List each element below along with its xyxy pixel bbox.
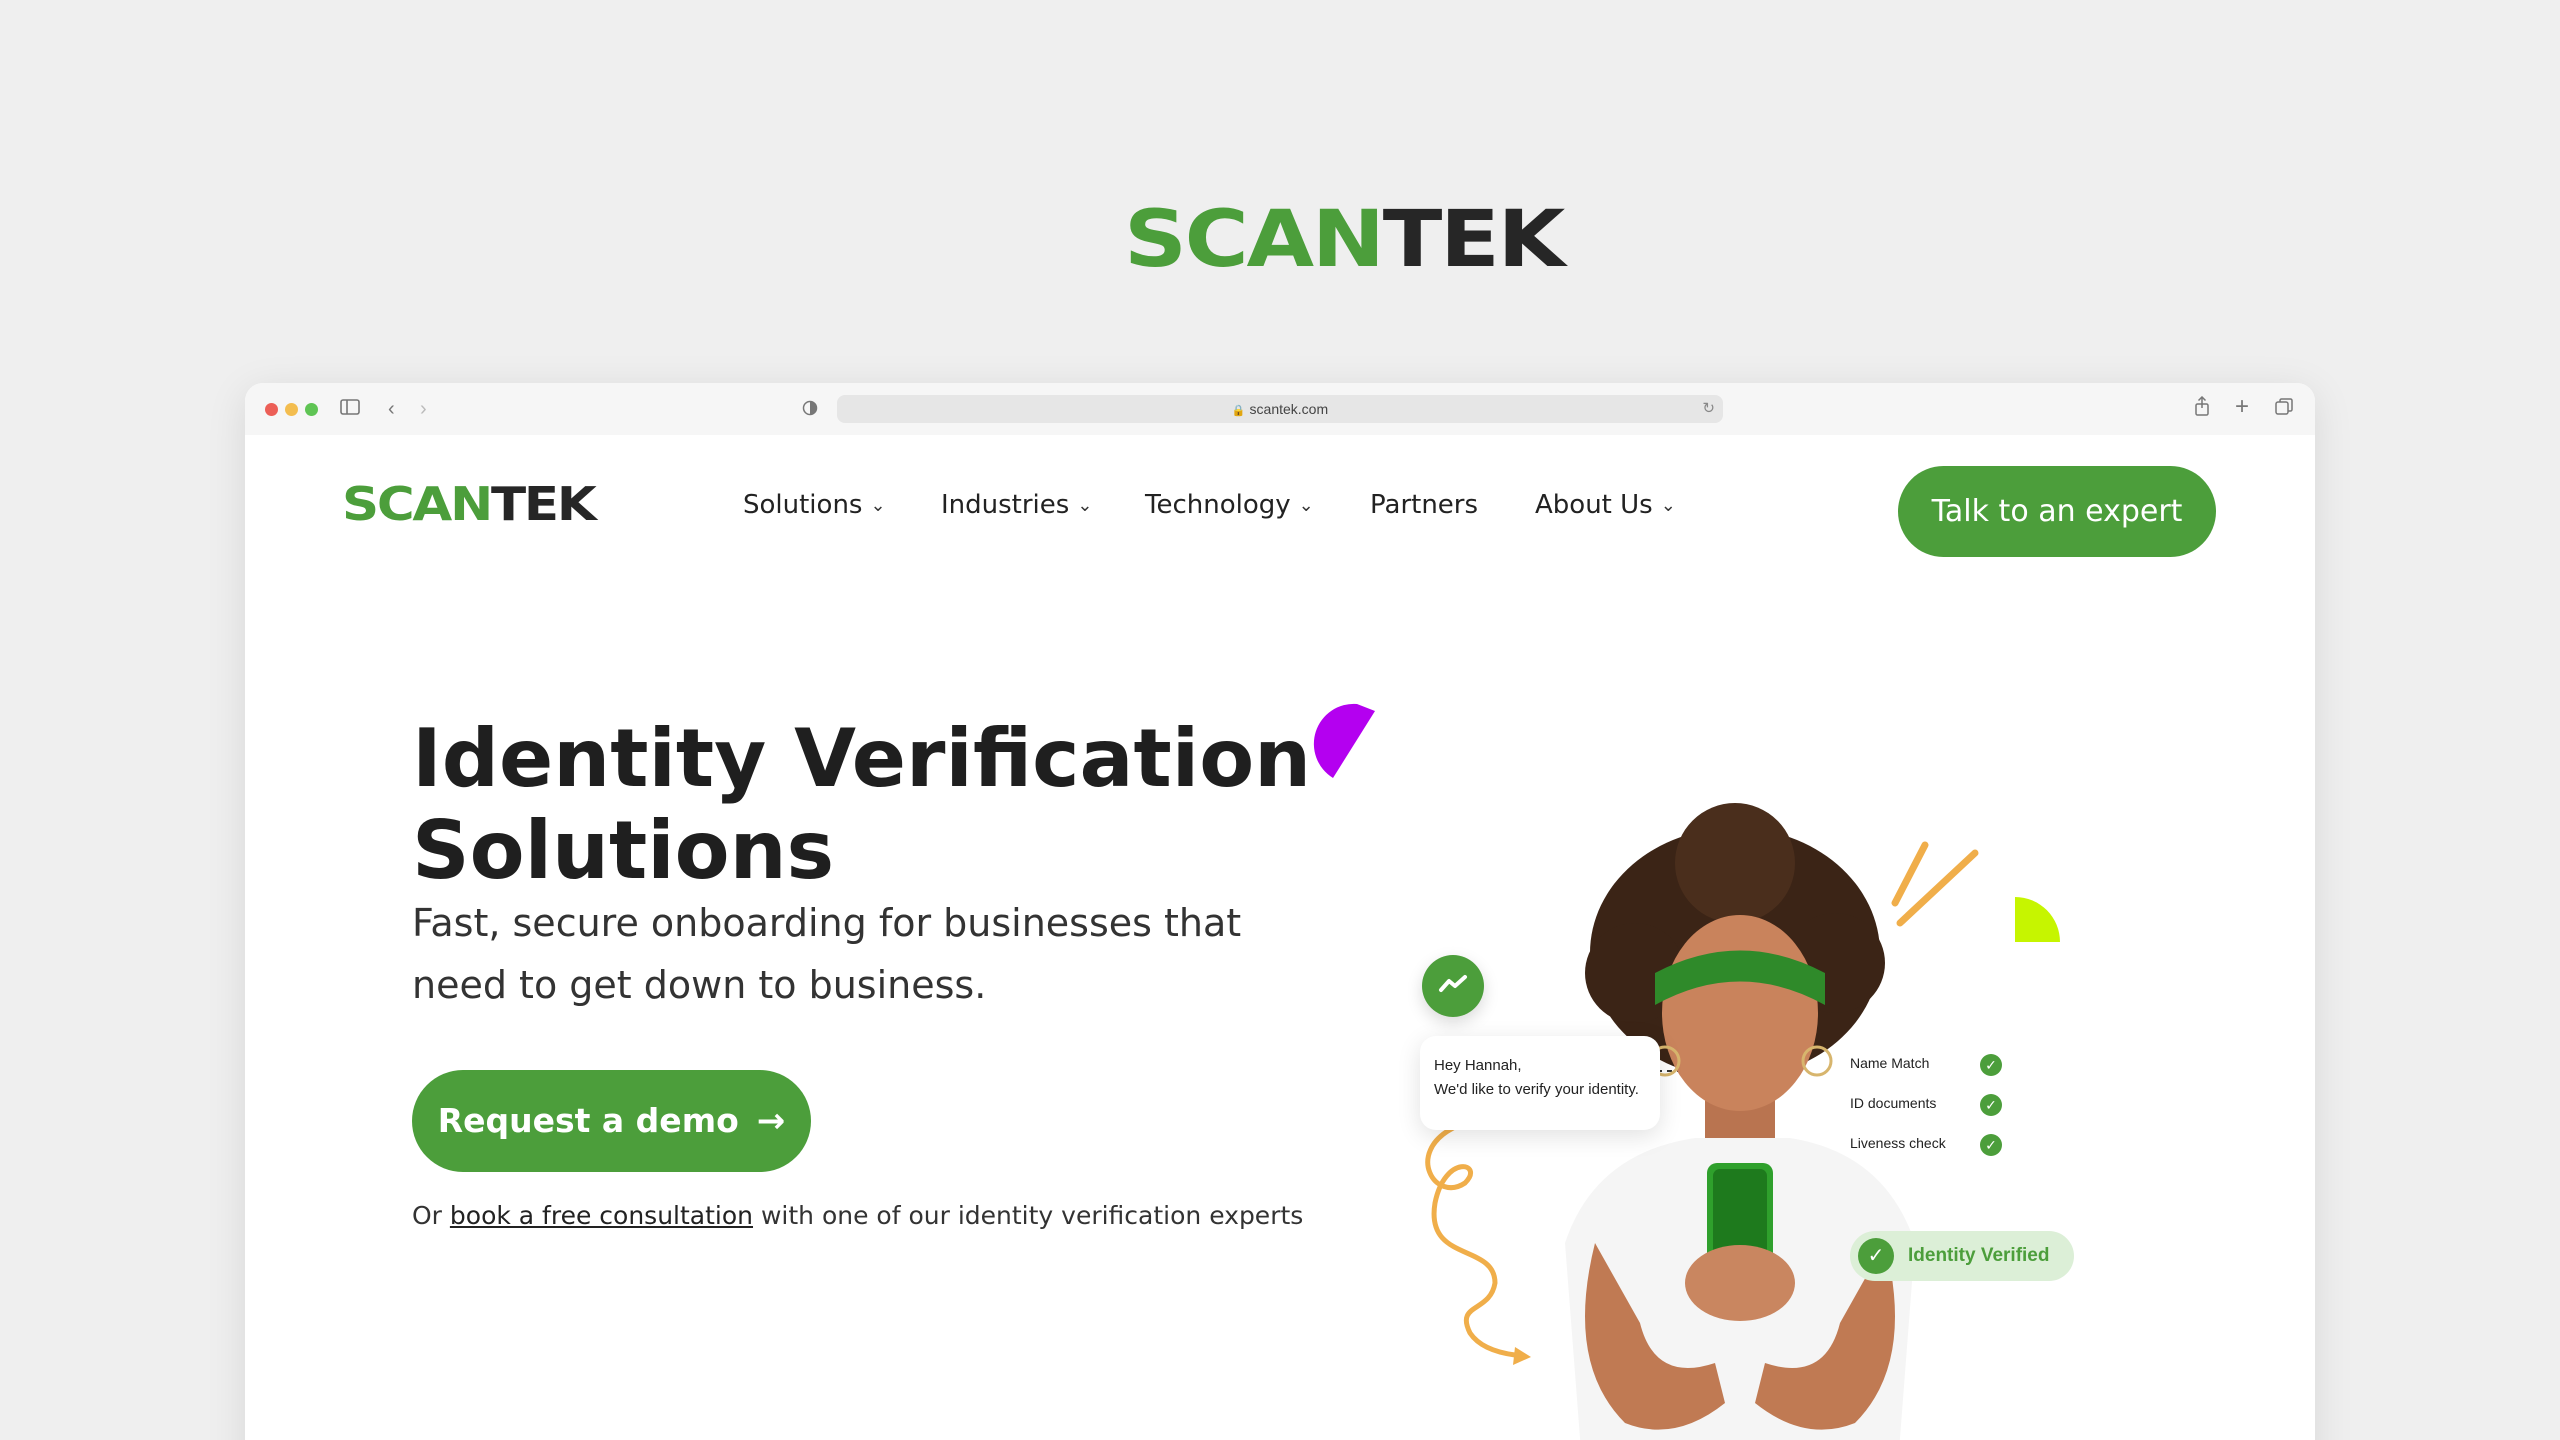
chevron-down-icon: ⌄ xyxy=(870,495,886,516)
identity-verified-badge: ✓ Identity Verified xyxy=(1850,1231,2074,1281)
talk-to-expert-button[interactable]: Talk to an expert xyxy=(1898,466,2216,557)
hero-subtitle: Fast, secure onboarding for businesses t… xyxy=(412,901,1242,1007)
browser-window: ‹ › 🔒 scantek.com ↻ + SCANTEK Solutions ⌄ … xyxy=(245,383,2315,1440)
request-demo-button[interactable]: Request a demo → xyxy=(412,1070,811,1172)
check-name-match: Name Match xyxy=(1850,1055,1930,1071)
new-tab-icon[interactable]: + xyxy=(2235,395,2249,419)
checkmark-icon: ✓ xyxy=(1980,1094,2002,1116)
browser-toolbar: ‹ › 🔒 scantek.com ↻ + xyxy=(245,383,2315,435)
brand-logo-large: SCANTEK xyxy=(1124,195,1565,285)
sidebar-icon[interactable] xyxy=(340,397,360,421)
book-consultation-link[interactable]: book a free consultation xyxy=(450,1201,753,1230)
site-logo[interactable]: SCANTEK xyxy=(342,478,597,530)
tabs-overview-icon[interactable] xyxy=(2275,398,2293,422)
minimize-window-button[interactable] xyxy=(285,403,298,416)
chat-message: Hey Hannah, We'd like to verify your ide… xyxy=(1420,1036,1660,1130)
chevron-down-icon: ⌄ xyxy=(1298,495,1314,516)
verified-check-icon: ✓ xyxy=(1858,1238,1894,1274)
hero-illustration: Hey Hannah, We'd like to verify your ide… xyxy=(1295,683,2295,1440)
consultation-text: Or book a free consultation with one of … xyxy=(412,1201,1304,1230)
chevron-down-icon: ⌄ xyxy=(1660,495,1676,516)
messenger-icon xyxy=(1422,955,1484,1017)
nav-item-industries[interactable]: Industries ⌄ xyxy=(941,489,1092,524)
address-bar[interactable]: 🔒 scantek.com ↻ xyxy=(837,395,1723,423)
nav-item-solutions[interactable]: Solutions ⌄ xyxy=(743,489,886,524)
check-id-documents: ID documents xyxy=(1850,1095,1937,1111)
lime-shape xyxy=(2015,897,2060,942)
purple-shape xyxy=(1313,703,1375,778)
share-icon[interactable] xyxy=(2193,395,2211,422)
checkmark-icon: ✓ xyxy=(1980,1054,2002,1076)
checkmark-icon: ✓ xyxy=(1980,1134,2002,1156)
arrow-right-icon: → xyxy=(756,1101,786,1141)
reload-icon[interactable]: ↻ xyxy=(1702,395,1715,423)
hero-title: Identity Verification Solutions xyxy=(412,712,1312,897)
privacy-icon[interactable] xyxy=(802,398,818,422)
url-text: scantek.com xyxy=(1249,401,1329,417)
nav-item-partners[interactable]: Partners xyxy=(1370,489,1478,521)
check-liveness: Liveness check xyxy=(1850,1135,1946,1151)
forward-icon[interactable]: › xyxy=(420,397,427,421)
nav-item-about-us[interactable]: About Us ⌄ xyxy=(1535,489,1676,524)
back-icon[interactable]: ‹ xyxy=(388,397,395,421)
zoom-window-button[interactable] xyxy=(305,403,318,416)
nav-item-technology[interactable]: Technology ⌄ xyxy=(1145,489,1314,524)
lock-icon: 🔒 xyxy=(1231,405,1246,417)
close-window-button[interactable] xyxy=(265,403,278,416)
site-navigation: SCANTEK Solutions ⌄ Industries ⌄ Technolog… xyxy=(245,435,2315,575)
chevron-down-icon: ⌄ xyxy=(1077,495,1093,516)
